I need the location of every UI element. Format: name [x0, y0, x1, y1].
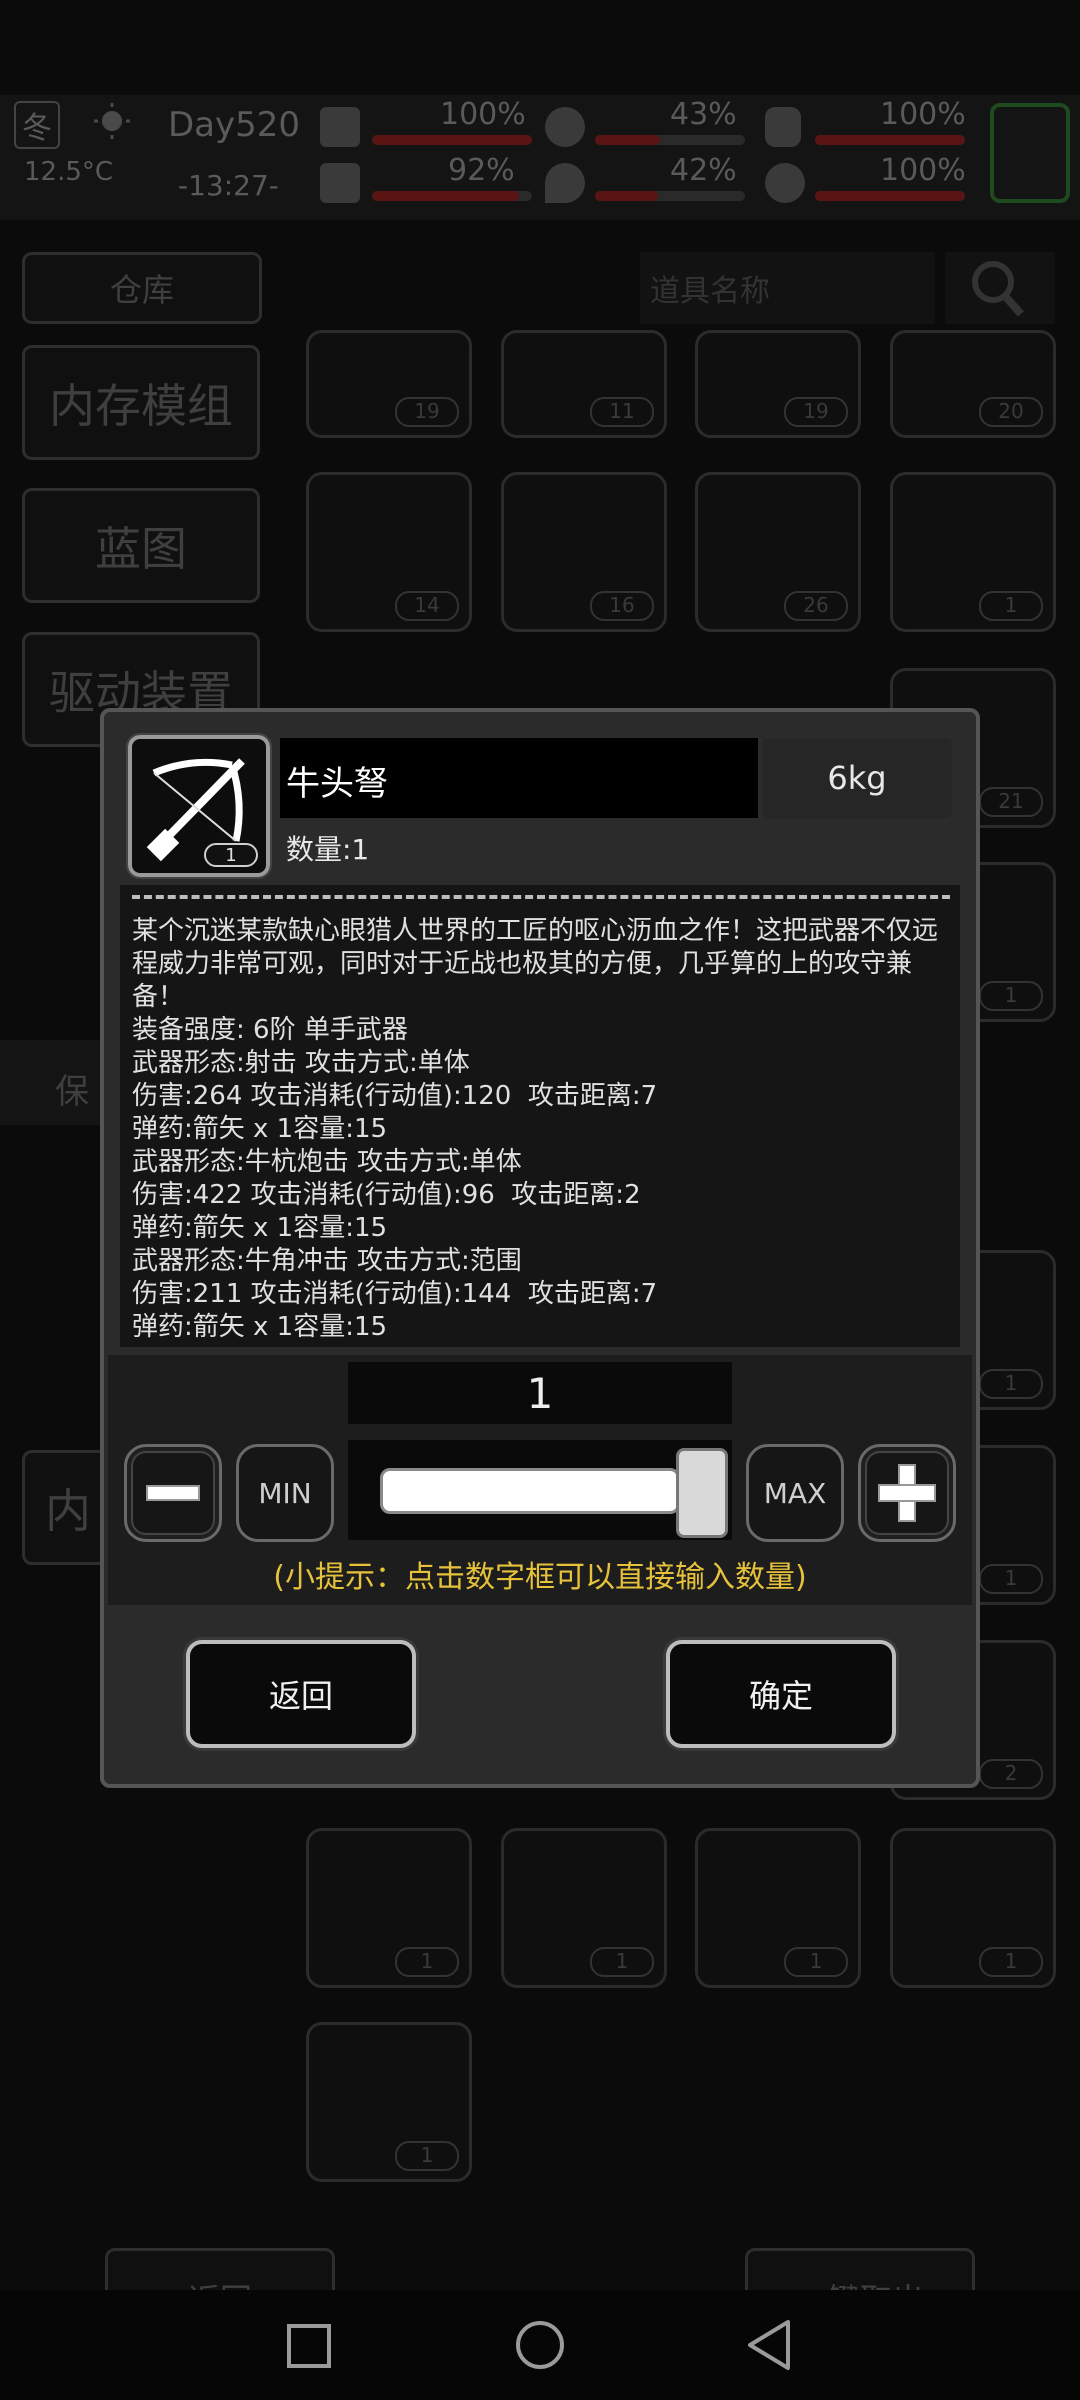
stat-line: 伤害:422 攻击消耗(行动值):96 攻击距离:2: [132, 1180, 641, 1210]
item-name: 牛头弩: [286, 764, 388, 804]
inventory-slot[interactable]: 20: [890, 330, 1056, 438]
stamina-bar: [372, 191, 532, 201]
water-drop-icon: [545, 163, 585, 203]
inventory-slot[interactable]: 1: [501, 1828, 667, 1988]
item-icon-count: 1: [204, 843, 258, 867]
status-bar: 冬 12.5°C Day520 -13:27- 100% 43% 100% 92…: [0, 95, 1080, 220]
mood-bar: [815, 191, 965, 201]
stat-line: 武器形态:牛杭炮击 攻击方式:单体: [132, 1147, 522, 1177]
status3-percent: 100%: [880, 97, 966, 132]
game-time: -13:27-: [178, 169, 279, 202]
inventory-slot[interactable]: 14: [306, 472, 472, 632]
back-nav-icon[interactable]: [742, 2318, 794, 2372]
system-nav-bar: [0, 2290, 1080, 2400]
inventory-slot[interactable]: 11: [501, 330, 667, 438]
confirm-button[interactable]: 确定: [666, 1640, 896, 1748]
mood-percent: 100%: [880, 153, 966, 188]
hint-text: (小提示：点击数字框可以直接输入数量): [273, 1560, 807, 1595]
water-bar: [595, 191, 745, 201]
inventory-slot[interactable]: 16: [501, 472, 667, 632]
sun-icon: [88, 101, 136, 141]
stat-line: 弹药:箭矢 x 1容量:15: [132, 1114, 388, 1144]
stat-line: 武器形态:射击 攻击方式:单体: [132, 1048, 470, 1078]
equipment-slot[interactable]: [990, 103, 1070, 203]
inventory-slot[interactable]: 1: [890, 1828, 1056, 1988]
increase-button[interactable]: [858, 1444, 956, 1542]
search-icon[interactable]: [945, 252, 1055, 324]
inventory-slot[interactable]: 1: [306, 1828, 472, 1988]
min-button[interactable]: MIN: [236, 1444, 334, 1542]
inventory-slot[interactable]: 26: [695, 472, 861, 632]
item-description: 某个沉迷某款缺心眼猎人世界的工匠的呕心沥血之作！这把武器不仅远程威力非常可观，同…: [132, 916, 939, 1012]
water-percent: 42%: [670, 153, 737, 188]
medkit-icon: [320, 107, 360, 147]
slider-thumb[interactable]: [676, 1448, 728, 1538]
boot-icon: [320, 163, 360, 203]
recent-apps-icon[interactable]: [285, 2322, 333, 2370]
home-icon[interactable]: [513, 2318, 567, 2372]
search-input[interactable]: 道具名称: [640, 252, 935, 324]
stamina-percent: 92%: [448, 153, 515, 188]
item-description-panel: 某个沉迷某款缺心眼猎人世界的工匠的呕心沥血之作！这把武器不仅远程威力非常可观，同…: [120, 885, 960, 1347]
health-percent: 100%: [440, 97, 526, 132]
stomach-bar: [595, 135, 745, 145]
quantity-input[interactable]: 1: [348, 1362, 732, 1424]
season-badge: 冬: [14, 101, 60, 149]
stat-line: 弹药:箭矢 x 1容量:15: [132, 1312, 388, 1342]
back-button[interactable]: 返回: [186, 1640, 416, 1748]
status3-bar: [815, 135, 965, 145]
side-menu-memory-module[interactable]: 内存模组: [22, 345, 260, 460]
item-name-bar: 牛头弩: [280, 738, 758, 818]
decrease-button[interactable]: [124, 1444, 222, 1542]
day-counter: Day520: [168, 105, 301, 145]
slider-track[interactable]: [380, 1468, 680, 1514]
inventory-slot[interactable]: 1: [695, 1828, 861, 1988]
stat-line: 装备强度: 6阶 单手武器: [132, 1015, 408, 1045]
stomach-icon: [545, 107, 585, 147]
inventory-slot[interactable]: 19: [695, 330, 861, 438]
stat-line: 弹药:箭矢 x 1容量:15: [132, 1213, 388, 1243]
item-icon-frame: 1: [126, 733, 272, 879]
inventory-slot[interactable]: 19: [306, 330, 472, 438]
temperature: 12.5°C: [24, 157, 114, 187]
side-menu-blueprint[interactable]: 蓝图: [22, 488, 260, 603]
max-button[interactable]: MAX: [746, 1444, 844, 1542]
stomach-percent: 43%: [670, 97, 737, 132]
health-bar: [372, 135, 532, 145]
minus-icon: [146, 1485, 200, 1501]
inventory-slot[interactable]: 1: [306, 2022, 472, 2182]
inventory-slot[interactable]: 1: [890, 472, 1056, 632]
item-weight: 6kg: [762, 738, 952, 818]
lock-icon: [765, 107, 801, 147]
plus-icon: [878, 1464, 936, 1522]
warehouse-tab[interactable]: 仓库: [22, 252, 262, 324]
stat-line: 伤害:264 攻击消耗(行动值):120 攻击距离:7: [132, 1081, 658, 1111]
stat-line: 伤害:211 攻击消耗(行动值):144 攻击距离:7: [132, 1279, 658, 1309]
item-quantity-label: 数量:1: [286, 833, 370, 866]
heart-icon: [765, 163, 805, 203]
stat-line: 武器形态:牛角冲击 攻击方式:范围: [132, 1246, 522, 1276]
divider: [132, 895, 950, 899]
